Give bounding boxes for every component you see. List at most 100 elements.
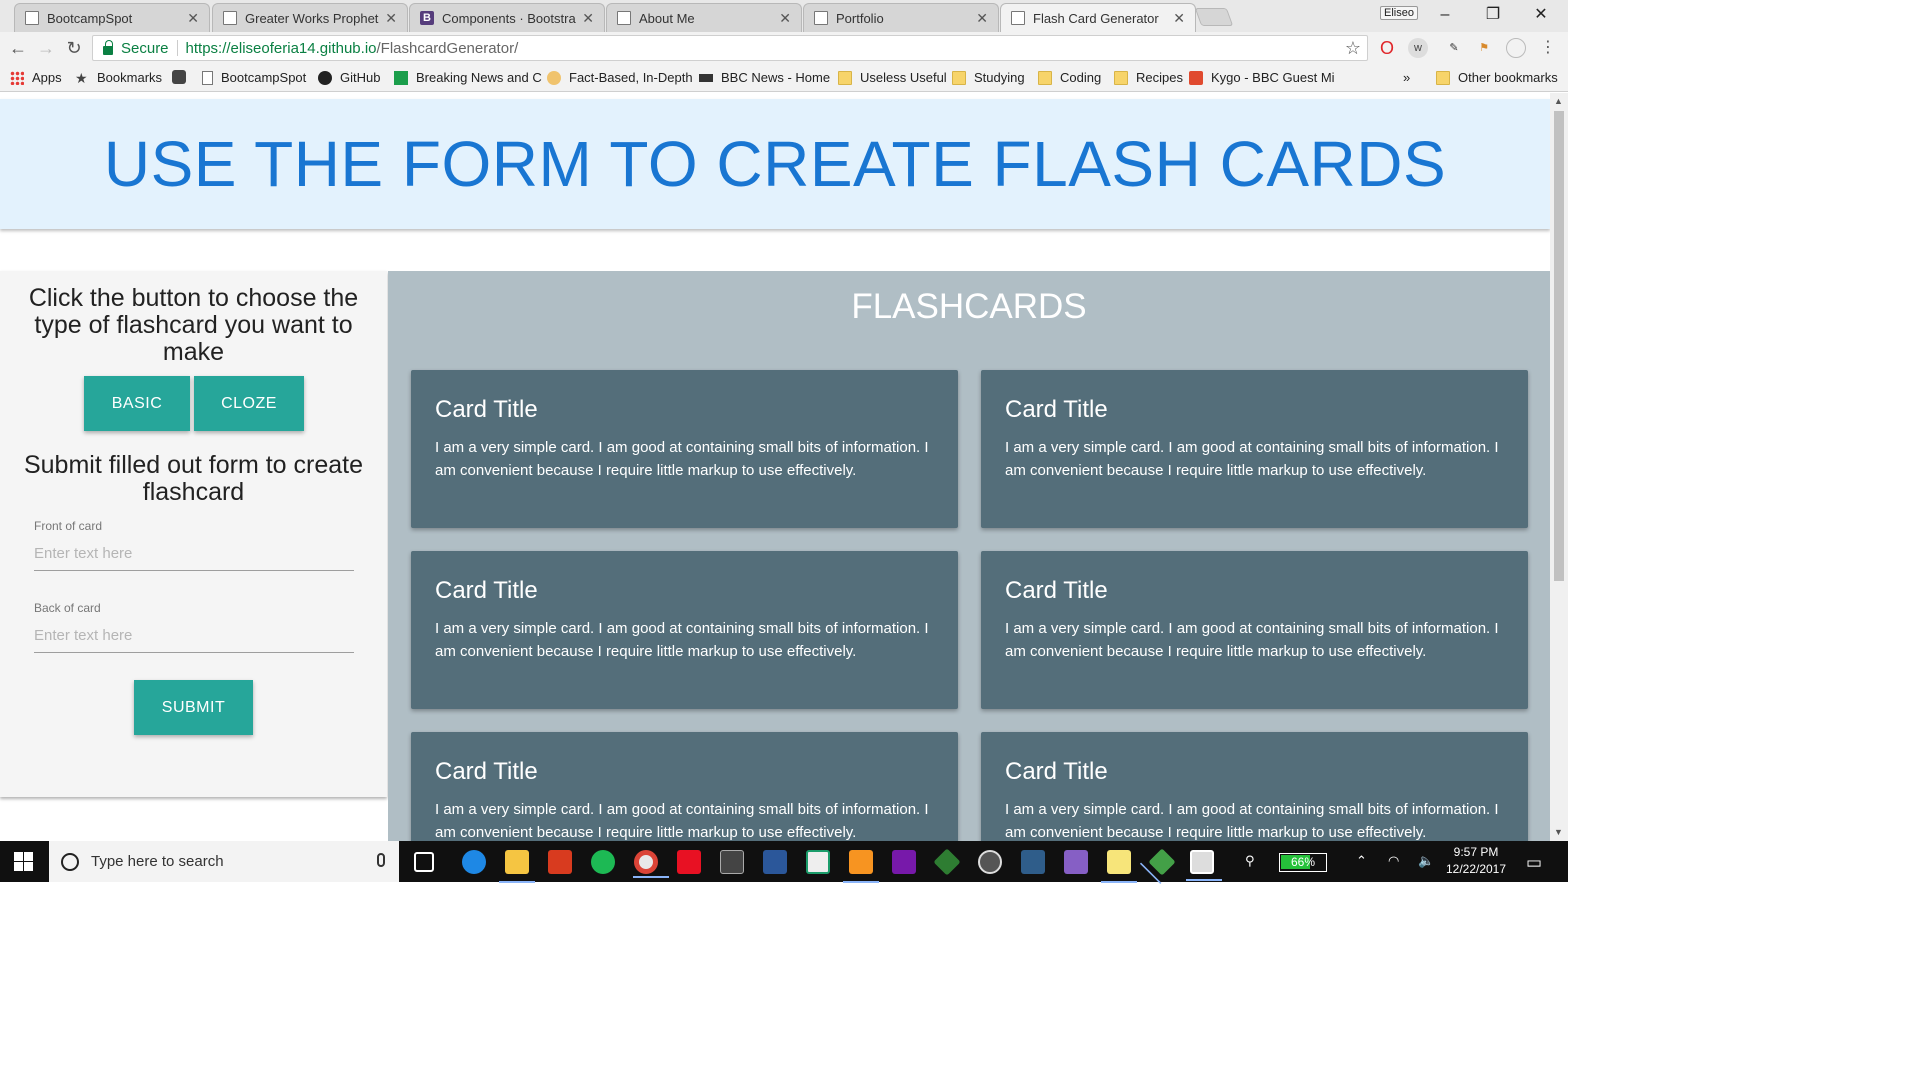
tab-about-me[interactable]: About Me ✕ [606,3,802,32]
address-bar[interactable]: Secure https://eliseoferia14.github.io/F… [92,35,1368,61]
close-icon[interactable]: ✕ [976,10,988,27]
front-of-card-input[interactable] [34,537,354,571]
card-title: Card Title [435,758,538,785]
tab-greater-works[interactable]: Greater Works Prophetic ✕ [212,3,408,32]
battery-percent: 66% [1290,855,1316,869]
flashcard[interactable]: Card Title I am a very simple card. I am… [981,370,1528,528]
edge-icon[interactable] [462,850,486,874]
bookmark-overflow-button[interactable]: » [1403,70,1410,85]
action-center-icon[interactable]: ▭ [1526,853,1542,873]
news-app-icon[interactable] [677,850,701,874]
file-explorer-icon[interactable] [499,850,535,883]
tab-portfolio[interactable]: Portfolio ✕ [803,3,999,32]
new-tab-button[interactable] [1194,8,1234,26]
bookmark-label: Kygo - BBC Guest Mi [1211,70,1335,85]
onenote-icon[interactable] [892,850,916,874]
bookmark-star-icon[interactable]: ☆ [1345,38,1361,59]
minimize-icon[interactable]: – [1422,3,1468,27]
bookmark-sneaker[interactable] [172,70,194,84]
spotify-icon[interactable] [591,850,615,874]
bookmark-bbc-news[interactable]: BBC News - Home [699,70,830,85]
chrome-icon[interactable] [633,850,669,878]
acrobat-icon[interactable] [548,850,572,874]
back-icon[interactable]: ← [6,36,30,60]
bookmark-useless-useful[interactable]: Useless Useful [838,70,947,85]
bookmark-bootcampspot[interactable]: BootcampSpot [202,70,306,85]
windows-start-icon[interactable] [14,852,34,872]
tab-flash-card-generator[interactable]: Flash Card Generator ✕ [1000,3,1196,32]
flashcard[interactable]: Card Title I am a very simple card. I am… [411,370,958,528]
sticky-notes-icon[interactable] [1101,850,1137,883]
remote-app-icon[interactable] [1021,850,1045,874]
cloze-button[interactable]: CLOZE [194,376,304,431]
skype-business-icon[interactable] [806,850,830,874]
scrollbar-thumb[interactable] [1554,111,1564,581]
close-icon[interactable]: ✕ [187,10,199,27]
close-icon[interactable]: ✕ [779,10,791,27]
bookmark-label: Bookmarks [97,70,163,85]
clock-date: 12/22/2017 [1445,862,1507,876]
menu-icon[interactable]: ⋮ [1538,38,1558,58]
bookmark-studying[interactable]: Studying [952,70,1025,85]
restore-icon[interactable]: ❐ [1470,3,1516,27]
people-icon[interactable]: ⚲ [1245,853,1255,869]
visual-studio-icon[interactable] [1064,850,1088,874]
photos-icon[interactable] [1186,850,1222,881]
flashcard[interactable]: Card Title I am a very simple card. I am… [981,551,1528,709]
page-scrollbar[interactable]: ▲ ▼ [1550,93,1568,841]
sublime-text-icon[interactable] [843,850,879,883]
bookmark-other[interactable]: Other bookmarks [1436,70,1558,85]
task-view-icon[interactable] [414,852,434,872]
bookmark-kygo[interactable]: Kygo - BBC Guest Mi [1189,70,1335,85]
basic-button[interactable]: BASIC [84,376,190,431]
bookmark-bookmarks[interactable]: ★ Bookmarks [75,70,162,85]
card-body: I am a very simple card. I am good at co… [1005,801,1499,841]
bookmark-label: Recipes [1136,70,1183,85]
w-extension-icon[interactable]: w [1408,38,1428,58]
bookmark-label: Breaking News and C [416,70,542,85]
word-icon[interactable] [763,850,787,874]
close-icon[interactable]: ✕ [1173,10,1185,27]
pen-extension-icon[interactable]: ✎ [1444,38,1464,58]
flashcard[interactable]: Card Title I am a very simple card. I am… [981,732,1528,841]
back-of-card-input[interactable] [34,619,354,653]
chevron-up-icon[interactable]: ⌃ [1356,853,1367,869]
volume-icon[interactable]: 🔈 [1418,853,1434,869]
battery-indicator[interactable]: 66% [1279,853,1327,872]
circle-extension-icon[interactable] [1506,38,1526,58]
git-app-icon[interactable] [1148,848,1176,876]
bookmark-breaking-news[interactable]: Breaking News and C [394,70,542,85]
gitkraken-icon[interactable] [933,848,961,876]
reload-icon[interactable]: ↻ [62,36,86,60]
forward-icon[interactable]: → [34,36,58,60]
flag-extension-icon[interactable]: ⚑ [1474,38,1494,58]
flashcard[interactable]: Card Title I am a very simple card. I am… [411,732,958,841]
scroll-up-icon[interactable]: ▲ [1554,96,1563,106]
close-icon[interactable]: ✕ [582,10,594,27]
bookmark-label: Useless Useful [860,70,947,85]
taskbar-clock[interactable]: 9:57 PM 12/22/2017 [1436,844,1516,878]
bookmark-label: BootcampSpot [221,70,307,85]
doc-icon [1011,11,1025,25]
bookmark-apps[interactable]: Apps [10,70,62,85]
tab-components-bootstrap[interactable]: B Components · Bootstrap ✕ [409,3,605,32]
bookmark-coding[interactable]: Coding [1038,70,1101,85]
microphone-icon[interactable] [377,853,385,867]
bookmark-fact-based[interactable]: Fact-Based, In-Depth [547,70,693,85]
wifi-icon[interactable]: ◠ [1388,853,1399,869]
bookmark-github[interactable]: GitHub [318,70,380,85]
profile-button[interactable]: Eliseo [1380,6,1418,20]
scroll-down-icon[interactable]: ▼ [1554,827,1563,837]
close-icon[interactable]: ✕ [385,10,397,27]
calculator-icon[interactable] [720,850,744,874]
flashcard[interactable]: Card Title I am a very simple card. I am… [411,551,958,709]
submit-button[interactable]: SUBMIT [134,680,253,735]
opera-icon[interactable]: O [1377,38,1397,58]
secure-label: Secure [121,39,169,57]
card-body: I am a very simple card. I am good at co… [1005,620,1499,660]
tab-bootcampspot[interactable]: BootcampSpot ✕ [14,3,210,32]
taskbar-search-box[interactable]: Type here to search [49,841,399,882]
bookmark-recipes[interactable]: Recipes [1114,70,1183,85]
globe-app-icon[interactable] [978,850,1002,874]
window-close-icon[interactable]: ✕ [1518,3,1564,27]
